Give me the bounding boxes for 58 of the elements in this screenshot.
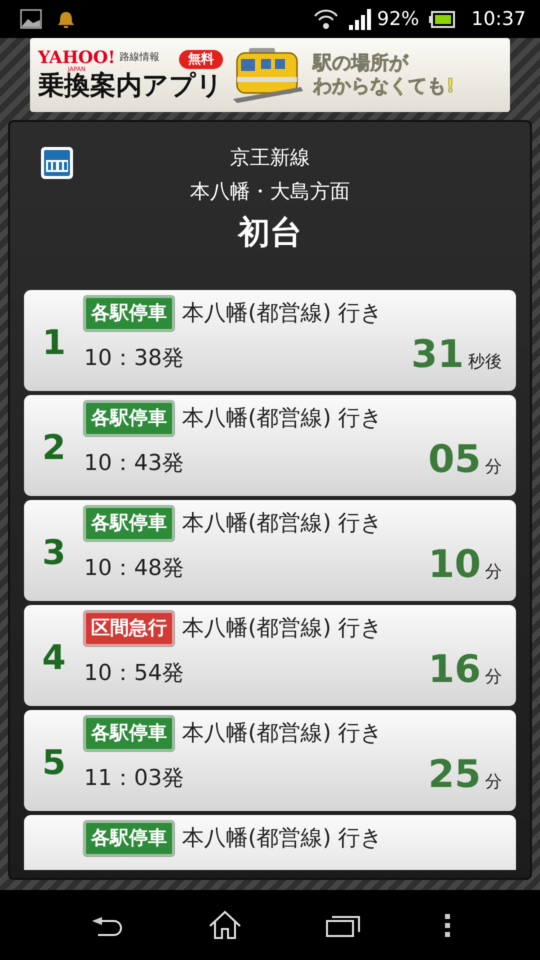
row-number: 4 bbox=[42, 637, 66, 680]
departure-row[interactable]: 2 各駅停車 本八幡(都営線) 行き 10：43発 05 分 bbox=[24, 395, 516, 496]
departure-row[interactable]: 4 区間急行 本八幡(都営線) 行き 10：54発 16 分 bbox=[24, 605, 516, 706]
train-type-badge: 区間急行 bbox=[84, 611, 174, 646]
home-icon[interactable] bbox=[208, 910, 242, 940]
train-type-badge: 各駅停車 bbox=[84, 506, 174, 540]
countdown: 05 bbox=[428, 440, 481, 478]
countdown: 16 bbox=[428, 650, 481, 688]
free-badge: 無料 bbox=[179, 50, 223, 70]
timetable-icon[interactable] bbox=[40, 146, 74, 180]
destination: 本八幡(都営線) 行き bbox=[182, 510, 384, 538]
service-label: 路線情報 bbox=[119, 50, 160, 65]
image-icon bbox=[20, 9, 42, 29]
departure-time: 11：03発 bbox=[84, 765, 184, 793]
countdown-unit: 秒後 bbox=[468, 350, 502, 374]
departure-row[interactable]: 各駅停車 本八幡(都営線) 行き bbox=[24, 815, 516, 870]
countdown-unit: 分 bbox=[485, 456, 502, 478]
battery-icon bbox=[429, 10, 456, 28]
menu-icon[interactable] bbox=[445, 914, 450, 936]
row-number: 3 bbox=[42, 532, 66, 575]
recent-apps-icon[interactable] bbox=[326, 913, 361, 937]
departure-row[interactable]: 3 各駅停車 本八幡(都営線) 行き 10：48発 10 分 bbox=[24, 500, 516, 601]
countdown-unit: 分 bbox=[485, 770, 502, 794]
destination: 本八幡(都営線) 行き bbox=[182, 720, 384, 748]
destination: 本八幡(都営線) 行き bbox=[182, 300, 384, 328]
signal-icon bbox=[349, 8, 371, 30]
departure-row[interactable]: 5 各駅停車 本八幡(都営線) 行き 11：03発 25 分 bbox=[24, 710, 516, 811]
departure-row[interactable]: 1 各駅停車 本八幡(都営線) 行き 10：38発 31 秒後 bbox=[24, 290, 516, 391]
departure-time: 10：48発 bbox=[84, 555, 184, 583]
countdown-unit: 分 bbox=[485, 666, 502, 688]
bell-icon bbox=[56, 10, 76, 28]
train-type-badge: 各駅停車 bbox=[84, 821, 174, 856]
countdown: 10 bbox=[428, 544, 481, 582]
direction-label: 本八幡・大島方面 bbox=[190, 178, 350, 205]
ad-title: 乗換案内アプリ bbox=[38, 72, 223, 100]
line-name: 京王新線 bbox=[230, 144, 310, 171]
battery-percent: 92% bbox=[377, 6, 420, 32]
departure-time: 10：43発 bbox=[84, 450, 184, 478]
destination: 本八幡(都営線) 行き bbox=[182, 824, 384, 853]
departure-time: 10：38発 bbox=[84, 345, 184, 373]
destination: 本八幡(都営線) 行き bbox=[182, 614, 384, 643]
countdown: 25 bbox=[428, 754, 481, 792]
countdown: 31 bbox=[411, 334, 464, 372]
train-type-badge: 各駅停車 bbox=[84, 296, 174, 330]
train-type-badge: 各駅停車 bbox=[84, 716, 174, 750]
wifi-icon bbox=[313, 8, 339, 30]
ad-tagline: 駅の場所が bbox=[313, 52, 410, 75]
row-number: 1 bbox=[42, 322, 66, 365]
row-number: 2 bbox=[42, 427, 66, 470]
destination: 本八幡(都営線) 行き bbox=[182, 404, 384, 433]
ad-tagline: わからなくても! bbox=[313, 75, 455, 98]
countdown-unit: 分 bbox=[485, 560, 502, 584]
row-number: 5 bbox=[42, 742, 66, 785]
train-type-badge: 各駅停車 bbox=[84, 401, 174, 436]
brand-logo: YAHOO! bbox=[38, 50, 116, 67]
clock-time: 10:37 bbox=[471, 6, 526, 32]
station-name: 初台 bbox=[238, 212, 302, 253]
departure-time: 10：54発 bbox=[84, 660, 184, 688]
